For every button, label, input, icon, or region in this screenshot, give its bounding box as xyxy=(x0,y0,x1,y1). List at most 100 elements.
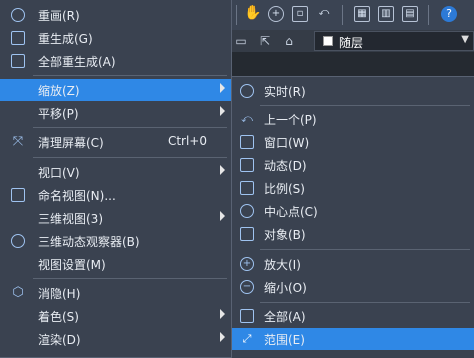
menu-item-label: 重生成(G) xyxy=(38,32,93,46)
zoom-scale-icon xyxy=(240,181,254,195)
menu-item-shortcut: Ctrl+0 xyxy=(167,134,207,148)
submenu-arrow-icon xyxy=(220,165,225,175)
menu-item-label: 重画(R) xyxy=(38,9,80,23)
submenu-item-previous[interactable]: ⤺ 上一个(P) xyxy=(232,108,474,130)
clean-screen-icon: ⤧ xyxy=(12,134,24,149)
layer-color-swatch xyxy=(323,36,333,46)
zoom-in-icon: + xyxy=(240,257,254,271)
menu-item-label: 全部重生成(A) xyxy=(38,55,116,69)
menu-item-label: 视口(V) xyxy=(38,166,80,180)
menu-item-zoom[interactable]: 缩放(Z) xyxy=(0,79,231,101)
zoom-previous-icon: ⤺ xyxy=(241,112,253,125)
menu-item-label: 放大(I) xyxy=(264,258,301,272)
submenu-arrow-icon xyxy=(220,106,225,116)
zoom-center-icon xyxy=(240,204,254,218)
zoom-window-icon xyxy=(240,135,254,149)
layer-name: 随层 xyxy=(339,36,364,50)
tool-palette-icon[interactable]: ▤ xyxy=(402,6,418,22)
menu-item-label: 范围(E) xyxy=(264,333,305,347)
menu-item-label: 三维视图(3) xyxy=(38,212,103,226)
pan-hand-icon[interactable]: ✋ xyxy=(244,6,261,22)
zoom-realtime-icon[interactable]: + xyxy=(268,6,284,22)
menu-item-label: 全部(A) xyxy=(264,310,306,324)
zoom-all-icon xyxy=(240,309,254,323)
menu-separator xyxy=(33,127,227,128)
submenu-item-zoom-in[interactable]: + 放大(I) xyxy=(232,253,474,275)
menu-item-label: 中心点(C) xyxy=(264,205,318,219)
menu-item-label: 上一个(P) xyxy=(264,113,317,127)
help-icon[interactable]: ? xyxy=(441,6,457,22)
menu-separator xyxy=(33,75,227,76)
design-center-icon[interactable]: ▥ xyxy=(378,6,394,22)
menu-item-label: 命名视图(N)... xyxy=(38,189,116,203)
view-menu: 重画(R) 重生成(G) 全部重生成(A) 缩放(Z) 平移(P) ⤧ 清理屏幕… xyxy=(0,0,232,358)
zoom-object-icon xyxy=(240,227,254,241)
submenu-item-extents[interactable]: ⤢ 范围(E) xyxy=(232,328,474,350)
submenu-arrow-icon xyxy=(220,83,225,93)
menu-item-label: 对象(B) xyxy=(264,228,306,242)
menu-item-label: 实时(R) xyxy=(264,85,306,99)
zoom-extents-icon: ⤢ xyxy=(242,332,252,345)
menu-item-label: 平移(P) xyxy=(38,107,79,121)
menu-item-shade[interactable]: 着色(S) xyxy=(0,305,231,327)
submenu-arrow-icon xyxy=(220,332,225,342)
menu-item-label: 三维动态观察器(B) xyxy=(38,235,140,249)
submenu-item-realtime[interactable]: 实时(R) xyxy=(232,80,474,102)
properties-icon[interactable]: ▦ xyxy=(354,6,370,22)
layer-previous-icon[interactable]: ⇱ xyxy=(256,33,274,49)
named-views-icon xyxy=(11,188,25,202)
menu-item-viewports[interactable]: 视口(V) xyxy=(0,161,231,183)
submenu-arrow-icon xyxy=(220,309,225,319)
chevron-down-icon: ▼ xyxy=(461,34,469,45)
zoom-submenu: 实时(R) ⤺ 上一个(P) 窗口(W) 动态(D) 比例(S) 中心点(C) … xyxy=(231,76,474,358)
menu-item-label: 渲染(D) xyxy=(38,333,81,347)
menu-item-hide[interactable]: ⬡ 消隐(H) xyxy=(0,282,231,304)
toolbar-separator xyxy=(428,5,429,25)
submenu-item-dynamic[interactable]: 动态(D) xyxy=(232,154,474,176)
menu-item-pan[interactable]: 平移(P) xyxy=(0,102,231,124)
submenu-arrow-icon xyxy=(220,211,225,221)
menu-separator xyxy=(33,157,227,158)
submenu-item-all[interactable]: 全部(A) xyxy=(232,305,474,327)
toolbar-separator xyxy=(236,5,237,25)
menu-separator xyxy=(260,302,470,303)
regen-all-icon xyxy=(11,54,25,68)
menu-item-clean-screen[interactable]: ⤧ 清理屏幕(C) Ctrl+0 xyxy=(0,131,231,153)
menu-item-label: 缩小(O) xyxy=(264,281,307,295)
menu-item-render[interactable]: 渲染(D) xyxy=(0,328,231,350)
menu-item-redraw[interactable]: 重画(R) xyxy=(0,4,231,26)
hide-icon: ⬡ xyxy=(12,285,24,300)
zoom-dynamic-icon xyxy=(240,158,254,172)
zoom-window-icon[interactable]: ▫ xyxy=(292,6,308,22)
menu-item-label: 比例(S) xyxy=(264,182,305,196)
menu-item-label: 缩放(Z) xyxy=(38,84,80,98)
layer-manager-icon[interactable]: ⌂ xyxy=(280,33,298,49)
menu-item-label: 动态(D) xyxy=(264,159,307,173)
submenu-item-object[interactable]: 对象(B) xyxy=(232,223,474,245)
menu-item-label: 消隐(H) xyxy=(38,287,81,301)
menu-item-label: 清理屏幕(C) xyxy=(38,136,104,150)
menu-item-view-settings[interactable]: 视图设置(M) xyxy=(0,253,231,275)
zoom-realtime-icon xyxy=(240,84,254,98)
zoom-previous-icon[interactable]: ⤺ xyxy=(316,6,332,22)
menu-item-3d-views[interactable]: 三维视图(3) xyxy=(0,207,231,229)
submenu-item-window[interactable]: 窗口(W) xyxy=(232,131,474,153)
menu-item-regen[interactable]: 重生成(G) xyxy=(0,27,231,49)
submenu-item-center[interactable]: 中心点(C) xyxy=(232,200,474,222)
menu-item-label: 视图设置(M) xyxy=(38,258,106,272)
menu-item-3d-orbit[interactable]: 三维动态观察器(B) xyxy=(0,230,231,252)
menu-item-regen-all[interactable]: 全部重生成(A) xyxy=(0,50,231,72)
redraw-icon xyxy=(11,8,25,22)
submenu-item-scale[interactable]: 比例(S) xyxy=(232,177,474,199)
regen-icon xyxy=(11,31,25,45)
menu-separator xyxy=(260,105,470,106)
3d-orbit-icon xyxy=(11,234,25,248)
menu-item-label: 着色(S) xyxy=(38,310,79,324)
layer-dropdown[interactable]: 随层 ▼ xyxy=(314,31,474,51)
layer-states-icon[interactable]: ▭ xyxy=(232,33,250,49)
toolbar-separator xyxy=(342,5,343,25)
menu-item-named-views[interactable]: 命名视图(N)... xyxy=(0,184,231,206)
submenu-item-zoom-out[interactable]: − 缩小(O) xyxy=(232,276,474,298)
zoom-out-icon: − xyxy=(240,280,254,294)
menu-item-label: 窗口(W) xyxy=(264,136,310,150)
